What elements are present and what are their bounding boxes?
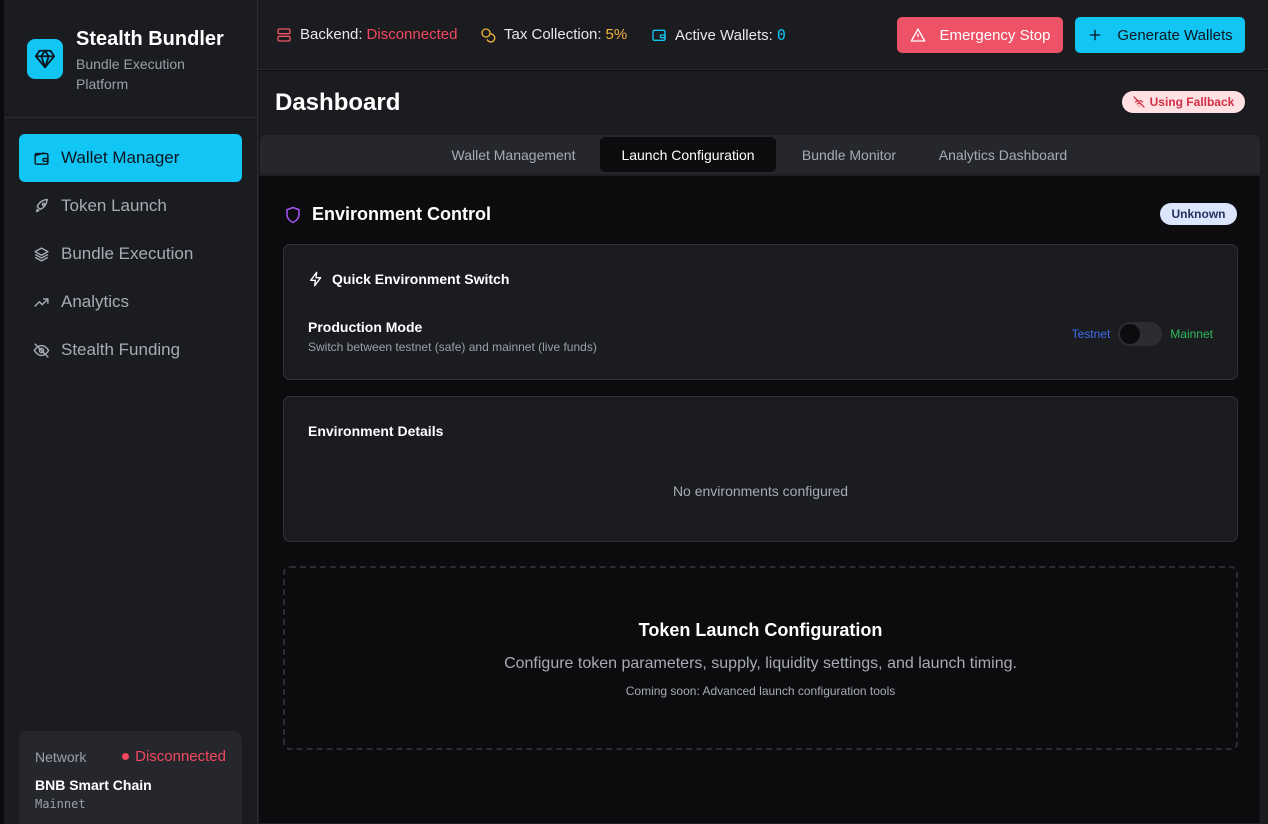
brand-subtitle: Bundle Execution Platform <box>76 56 185 92</box>
network-mode: Mainnet <box>35 797 86 811</box>
wallets-value: 0 <box>776 26 786 44</box>
page-title: Dashboard <box>275 89 401 116</box>
environment-toggle-group: Testnet Mainnet <box>1072 322 1213 346</box>
active-wallets: Active Wallets: 0 <box>651 26 786 44</box>
backend-label: Backend: <box>300 26 363 43</box>
tab-content: Environment Control Unknown Quick Enviro… <box>258 175 1261 824</box>
sidebar: Stealth Bundler Bundle Execution Platfor… <box>0 0 258 824</box>
production-mode-description: Switch between testnet (safe) and mainne… <box>308 340 597 354</box>
emergency-stop-button[interactable]: Emergency Stop <box>897 17 1063 53</box>
token-launch-note: Coming soon: Advanced launch configurati… <box>625 684 896 698</box>
rocket-icon <box>33 197 51 215</box>
environment-details-title: Environment Details <box>308 423 444 439</box>
sidebar-nav: Wallet Manager Token Launch Bundle Execu… <box>19 134 242 374</box>
trending-up-icon <box>33 293 51 311</box>
network-card: Network Disconnected BNB Smart Chain Mai… <box>19 731 242 824</box>
token-launch-title: Token Launch Configuration <box>638 620 883 640</box>
sidebar-item-bundle-execution[interactable]: Bundle Execution <box>19 230 242 278</box>
quick-switch-title: Quick Environment Switch <box>332 271 510 287</box>
wallet-icon <box>651 27 667 43</box>
tab-launch-configuration[interactable]: Launch Configuration <box>600 137 776 172</box>
environment-details-empty: No environments configured <box>672 483 849 499</box>
sidebar-item-label: Token Launch <box>61 196 167 215</box>
environment-status-badge: Unknown <box>1160 203 1237 225</box>
sidebar-item-label: Wallet Manager <box>61 148 180 167</box>
production-mode-label: Production Mode <box>308 319 423 335</box>
generate-wallets-button[interactable]: Generate Wallets <box>1075 17 1245 53</box>
backend-status: Backend: Disconnected <box>276 26 457 43</box>
eye-off-icon <box>33 341 51 359</box>
sidebar-item-token-launch[interactable]: Token Launch <box>19 182 242 230</box>
sidebar-item-stealth-funding[interactable]: Stealth Funding <box>19 326 242 374</box>
mainnet-label: Mainnet <box>1170 327 1213 341</box>
sidebar-item-wallet-manager[interactable]: Wallet Manager <box>19 134 242 182</box>
coins-icon <box>480 27 496 43</box>
diamond-icon[interactable] <box>27 39 63 79</box>
sidebar-item-analytics[interactable]: Analytics <box>19 278 242 326</box>
tax-collection: Tax Collection: 5% <box>480 26 627 43</box>
tab-bar: Wallet Management Launch Configuration B… <box>260 135 1260 174</box>
shield-icon <box>284 206 302 224</box>
fallback-badge-text: Using Fallback <box>1149 95 1235 109</box>
tax-value: 5% <box>605 26 628 43</box>
emergency-stop-label: Emergency Stop <box>939 26 1051 44</box>
server-icon <box>276 27 292 43</box>
tab-bundle-monitor[interactable]: Bundle Monitor <box>784 137 914 172</box>
wallets-label: Active Wallets: <box>675 26 773 44</box>
environment-control-heading: Environment Control <box>284 204 491 225</box>
quick-switch-heading: Quick Environment Switch <box>308 271 509 287</box>
brand-header: Stealth Bundler Bundle Execution Platfor… <box>4 0 257 118</box>
network-chain: BNB Smart Chain <box>35 777 152 793</box>
wallet-icon <box>33 149 51 167</box>
generate-wallets-label: Generate Wallets <box>1117 26 1233 44</box>
sidebar-item-label: Analytics <box>61 292 130 311</box>
plus-icon <box>1087 27 1103 43</box>
network-status: Disconnected <box>122 748 226 765</box>
toggle-knob <box>1120 324 1141 344</box>
tax-label: Tax Collection: <box>504 26 602 43</box>
testnet-label: Testnet <box>1071 327 1111 341</box>
wifi-off-icon <box>1133 96 1145 108</box>
fallback-badge: Using Fallback <box>1122 91 1245 113</box>
sidebar-item-label: Stealth Funding <box>61 340 181 359</box>
environment-details-card: Environment Details No environments conf… <box>283 396 1238 542</box>
environment-control-title: Environment Control <box>312 204 491 224</box>
quick-switch-card: Quick Environment Switch Production Mode… <box>283 244 1238 380</box>
alert-triangle-icon <box>910 27 926 43</box>
network-status-text: Disconnected <box>135 748 226 765</box>
tab-wallet-management[interactable]: Wallet Management <box>435 137 592 172</box>
token-launch-subtitle: Configure token parameters, supply, liqu… <box>504 655 1017 672</box>
tab-analytics-dashboard[interactable]: Analytics Dashboard <box>922 137 1084 172</box>
status-dot-icon <box>122 753 130 760</box>
network-label: Network <box>35 749 87 765</box>
backend-value: Disconnected <box>366 26 458 43</box>
token-launch-placeholder: Token Launch Configuration Configure tok… <box>283 566 1238 750</box>
production-mode-toggle[interactable] <box>1118 322 1163 346</box>
zap-icon <box>308 271 324 287</box>
sidebar-item-label: Bundle Execution <box>61 244 194 263</box>
main-panel: Dashboard Using Fallback Wallet Manageme… <box>258 71 1268 824</box>
top-bar: Backend: Disconnected Tax Collection: 5%… <box>258 0 1268 70</box>
brand-title: Stealth Bundler <box>76 28 224 50</box>
layers-icon <box>33 245 51 263</box>
